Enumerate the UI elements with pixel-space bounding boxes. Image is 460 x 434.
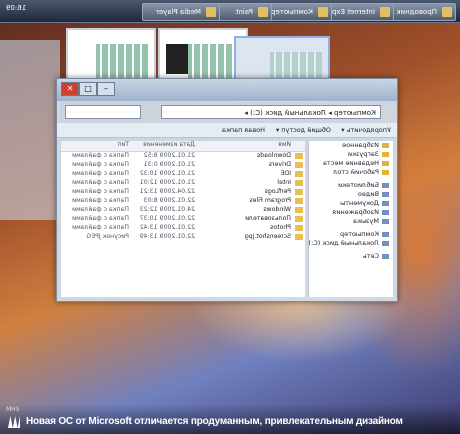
- folder-icon: [295, 216, 303, 222]
- file-name: Пользователи: [245, 215, 291, 222]
- table-row[interactable]: PerfLogs 22.04.2009 13:21 Папка с файлами: [61, 188, 305, 197]
- file-type: Папка с файлами: [72, 152, 129, 159]
- nav-item[interactable]: Избранное: [309, 141, 393, 150]
- screenshot-scene: Проводник Internet Explorer Компьютер Pa…: [0, 0, 460, 434]
- file-type: Папка с файлами: [72, 170, 129, 177]
- folder-icon: [295, 207, 303, 213]
- file-type: Папка с файлами: [72, 215, 129, 222]
- file-date: 21.01.2009 12:01: [139, 179, 195, 186]
- file-name: Screenshot.jpg: [244, 233, 291, 240]
- nav-item[interactable]: Музыка: [309, 217, 393, 226]
- toolbar: Упорядочить ▾ Общий доступ ▾ Новая папка: [57, 123, 397, 138]
- window-titlebar[interactable]: ✕ □ –: [57, 79, 397, 101]
- folder-icon: [295, 171, 303, 177]
- file-name: Downloads: [257, 152, 291, 159]
- folder-icon: [295, 180, 303, 186]
- table-row[interactable]: Downloads 21.01.2009 8:52 Папка с файлами: [61, 152, 305, 161]
- nav-item[interactable]: Сеть: [309, 252, 393, 261]
- file-date: 22.04.2009 13:21: [139, 188, 195, 195]
- file-date: 21.01.2009 0:31: [143, 161, 195, 168]
- close-icon[interactable]: ✕: [61, 82, 79, 96]
- file-list: Имя Дата изменения Тип Downloads 21.01.20…: [61, 141, 305, 297]
- nav-item[interactable]: Загрузки: [309, 150, 393, 159]
- file-type: Рисунок JPEG: [86, 233, 129, 240]
- file-list-header: Имя Дата изменения Тип: [61, 141, 305, 152]
- file-date: 22.01.2009 10:37: [139, 215, 195, 222]
- table-row[interactable]: Photos 22.01.2009 13:42 Папка с файлами: [61, 224, 305, 233]
- computer-icon: [318, 7, 328, 17]
- file-date: 21.01.2009 8:52: [143, 152, 195, 159]
- minimize-icon[interactable]: –: [97, 82, 115, 96]
- nav-item[interactable]: Видео: [309, 190, 393, 199]
- taskbar-button-4[interactable]: Media Player: [142, 3, 220, 21]
- table-row[interactable]: Screenshot.jpg 22.01.2009 13:49 Рисунок JP…: [61, 233, 305, 242]
- media-icon: [206, 7, 216, 17]
- file-type: Папка с файлами: [72, 224, 129, 231]
- share-button[interactable]: Общий доступ ▾: [276, 123, 331, 137]
- file-name: Program Files: [249, 197, 291, 204]
- column-type[interactable]: Тип: [118, 141, 130, 148]
- file-type: Папка с файлами: [72, 206, 129, 213]
- file-type: Папка с файлами: [72, 197, 129, 204]
- organize-button[interactable]: Упорядочить ▾: [341, 123, 391, 137]
- column-name[interactable]: Имя: [278, 141, 291, 148]
- table-row[interactable]: Intel 21.01.2009 12:01 Папка с файлами: [61, 179, 305, 188]
- magazine-logo: [8, 416, 20, 428]
- file-date: 24.01.2009 12:23: [139, 206, 195, 213]
- page-tag: MHS: [6, 406, 20, 413]
- explorer-window: ✕ □ – Компьютер ▸ Локальный диск (C:) ▸ …: [56, 78, 398, 302]
- nav-item[interactable]: Рабочий стол: [309, 168, 393, 177]
- folder-icon: [295, 162, 303, 168]
- nav-item[interactable]: Локальный диск (C:): [309, 239, 393, 248]
- file-date: 21.01.2009 10:32: [139, 170, 195, 177]
- nav-item[interactable]: Компьютер: [309, 230, 393, 239]
- file-type: Папка с файлами: [72, 188, 129, 195]
- file-name: PerfLogs: [264, 188, 291, 195]
- table-row[interactable]: Windows 24.01.2009 12:23 Папка с файлами: [61, 206, 305, 215]
- navigation-pane: Избранное Загрузки Недавние места Рабочи…: [308, 141, 393, 297]
- nav-item[interactable]: Недавние места: [309, 159, 393, 168]
- search-input[interactable]: [65, 105, 141, 119]
- file-name: Photos: [270, 224, 291, 231]
- table-row[interactable]: Program Files 22.01.2009 8:03 Папка с файл…: [61, 197, 305, 206]
- file-date: 22.01.2009 8:03: [143, 197, 195, 204]
- file-date: 22.01.2009 13:49: [139, 233, 195, 240]
- background-window-edge: [0, 40, 60, 220]
- file-date: 22.01.2009 13:42: [139, 224, 195, 231]
- nav-item[interactable]: Документы: [309, 199, 393, 208]
- folder-icon: [295, 225, 303, 231]
- table-row[interactable]: Drivers 21.01.2009 0:31 Папка с файлами: [61, 161, 305, 170]
- file-name: Windows: [263, 206, 291, 213]
- browser-icon: [380, 7, 390, 17]
- clock: 16:09: [6, 4, 27, 12]
- folder-icon: [295, 153, 303, 159]
- folder-icon: [442, 7, 452, 17]
- file-name: Drivers: [268, 161, 291, 168]
- table-row[interactable]: IDE 21.01.2009 10:32 Папка с файлами: [61, 170, 305, 179]
- nav-item[interactable]: Изображения: [309, 208, 393, 217]
- new-folder-button[interactable]: Новая папка: [222, 123, 265, 137]
- mirrored-desktop: Проводник Internet Explorer Компьютер Pa…: [0, 0, 460, 434]
- photo-caption: MHS Новая ОС от Microsoft отличается про…: [0, 404, 460, 434]
- paint-icon: [258, 7, 268, 17]
- folder-icon: [295, 189, 303, 195]
- maximize-icon[interactable]: □: [79, 82, 97, 96]
- file-type: Папка с файлами: [72, 179, 129, 186]
- folder-icon: [295, 198, 303, 204]
- file-name: Intel: [277, 179, 291, 186]
- file-rows: Downloads 21.01.2009 8:52 Папка с файлами D…: [61, 152, 305, 242]
- table-row[interactable]: Пользователи 22.01.2009 10:37 Папка с файл…: [61, 215, 305, 224]
- column-date[interactable]: Дата изменения: [143, 141, 195, 148]
- address-bar[interactable]: Компьютер ▸ Локальный диск (C:) ▸: [161, 105, 381, 119]
- taskbar: Проводник Internet Explorer Компьютер Pa…: [0, 0, 460, 23]
- folder-icon: [295, 234, 303, 240]
- nav-item[interactable]: Библиотеки: [309, 181, 393, 190]
- file-name: IDE: [280, 170, 292, 177]
- thumbnail-panel: [166, 44, 188, 74]
- caption-text: Новая ОС от Microsoft отличается продума…: [26, 416, 403, 427]
- file-type: Папка с файлами: [72, 161, 129, 168]
